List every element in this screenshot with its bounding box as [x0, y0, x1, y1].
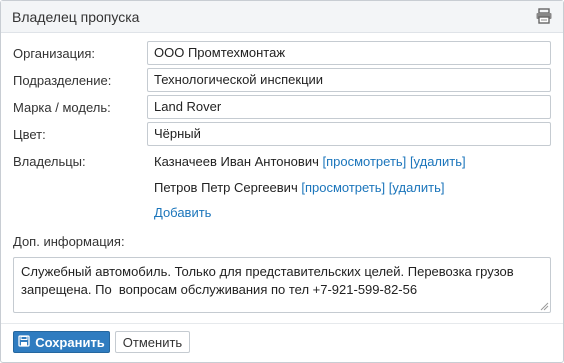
owner-view-link[interactable]: [просмотреть] — [301, 180, 385, 195]
owner-item: Петров Петр Сергеевич [просмотреть] [уда… — [154, 180, 444, 195]
color-label: Цвет: — [13, 127, 46, 142]
department-input[interactable]: Технологической инспекции — [147, 68, 551, 92]
printer-icon[interactable] — [535, 8, 553, 24]
owner-name: Казначеев Иван Антонович — [154, 154, 319, 169]
model-input[interactable]: Land Rover — [147, 95, 551, 119]
organization-label: Организация: — [13, 46, 96, 61]
organization-input[interactable]: ООО Промтехмонтаж — [147, 41, 551, 65]
department-row: Подразделение: Технологической инспекции — [1, 68, 563, 94]
owner-delete-link[interactable]: [удалить] — [410, 154, 466, 169]
department-label: Подразделение: — [13, 73, 112, 88]
panel-title: Владелец пропуска — [12, 9, 140, 25]
organization-row: Организация: ООО Промтехмонтаж — [1, 41, 563, 67]
color-input[interactable]: Чёрный — [147, 122, 551, 146]
pass-owner-panel: Владелец пропуска Организация: ООО Промт… — [0, 0, 564, 363]
cancel-button[interactable]: Отменить — [115, 331, 190, 353]
owners-label: Владельцы: — [13, 154, 86, 169]
cancel-button-label: Отменить — [122, 334, 183, 350]
color-row: Цвет: Чёрный — [1, 122, 563, 148]
save-icon — [18, 334, 30, 350]
extra-info-label: Доп. информация: — [13, 234, 125, 249]
panel-header: Владелец пропуска — [1, 1, 563, 33]
extra-info-textarea[interactable]: Служебный автомобиль. Только для предста… — [13, 257, 551, 313]
owner-delete-link[interactable]: [удалить] — [389, 180, 445, 195]
owner-view-link[interactable]: [просмотреть] — [322, 154, 406, 169]
save-button-label: Сохранить — [35, 334, 105, 350]
model-row: Марка / модель: Land Rover — [1, 95, 563, 121]
owner-item: Казначеев Иван Антонович [просмотреть] [… — [154, 154, 466, 169]
save-button[interactable]: Сохранить — [13, 331, 110, 353]
model-label: Марка / модель: — [13, 100, 111, 115]
owner-name: Петров Петр Сергеевич — [154, 180, 298, 195]
add-owner-link[interactable]: Добавить — [154, 205, 211, 220]
footer-divider — [1, 323, 563, 324]
resize-grip-icon[interactable] — [539, 299, 549, 311]
